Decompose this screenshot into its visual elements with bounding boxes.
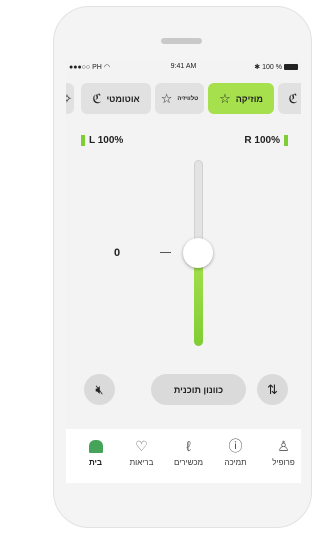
app-screen: ●●●○○ PH ◠ 9:41 AM ✱ 100 % ✧ אוטומטי ℭ ט…	[66, 59, 301, 483]
health-icon: ♡	[135, 438, 148, 454]
mute-button[interactable]: 🔇︎	[84, 374, 115, 405]
program-overflow-icon: ✧	[66, 90, 73, 106]
left-level-indicator	[81, 135, 85, 146]
tab-label: פרופיל	[272, 458, 295, 467]
program-overflow-right[interactable]: ✧	[66, 83, 74, 114]
tab-label: מכשירים	[173, 458, 204, 467]
right-level-indicator	[284, 135, 288, 146]
star-icon: ☆	[219, 90, 231, 106]
program-automatic[interactable]: אוטומטי ℭ	[81, 83, 151, 114]
program-selector: ✧ אוטומטי ℭ טלוויזיה ☆ מוזיקה ☆ ℭ	[66, 83, 301, 115]
tab-label: בריאות	[129, 458, 154, 467]
home-icon	[72, 437, 119, 455]
tab-profile[interactable]: ♙ פרופיל	[260, 437, 301, 467]
tab-devices[interactable]: ℓ מכשירים	[165, 437, 212, 467]
right-level-label: R 100%	[244, 135, 280, 146]
program-label: טלוויזיה	[177, 95, 199, 102]
left-level-label: L 100%	[89, 135, 124, 146]
phone-frame: ●●●○○ PH ◠ 9:41 AM ✱ 100 % ✧ אוטומטי ℭ ט…	[53, 6, 312, 528]
devices-icon: ℓ	[186, 438, 191, 454]
mute-icon: 🔇︎	[95, 381, 104, 397]
volume-slider-handle[interactable]	[183, 238, 213, 268]
battery-icon	[284, 64, 298, 70]
battery-label: 100 %	[262, 63, 282, 71]
profile-icon: ♙	[277, 438, 290, 454]
volume-value: 0	[114, 247, 121, 259]
support-icon: ⓘ	[228, 438, 243, 454]
bluetooth-icon: ✱	[254, 64, 261, 71]
status-bar: ●●●○○ PH ◠ 9:41 AM ✱ 100 %	[66, 59, 301, 75]
equalizer-button[interactable]: ⇅	[257, 374, 288, 405]
tab-label: תמיכה	[224, 458, 247, 467]
volume-marker	[160, 252, 171, 253]
program-label: מוזיקה	[235, 93, 263, 104]
fine-tune-button[interactable]: כוונון תוכנית	[151, 374, 246, 405]
tv-star-icon: ☆	[160, 90, 173, 106]
tab-bar: ♙ פרופיל ⓘ תמיכה ℓ מכשירים ♡ בריאות בית	[66, 429, 301, 483]
program-next-icon: ℭ	[288, 90, 298, 106]
phone-speaker	[161, 38, 202, 44]
tab-support[interactable]: ⓘ תמיכה	[212, 437, 259, 467]
tab-health[interactable]: ♡ בריאות	[118, 437, 165, 467]
program-tv[interactable]: טלוויזיה ☆	[155, 83, 204, 114]
program-label: אוטומטי	[106, 93, 140, 104]
program-music[interactable]: מוזיקה ☆	[208, 83, 274, 114]
ear-icon: ℭ	[92, 90, 102, 106]
right-level: R 100%	[244, 135, 288, 146]
tab-home[interactable]: בית	[72, 437, 119, 467]
status-right: ✱ 100 %	[254, 63, 298, 71]
program-next[interactable]: ℭ	[278, 83, 301, 114]
left-level: L 100%	[81, 135, 123, 146]
tab-label: בית	[88, 458, 103, 467]
equalizer-icon: ⇅	[267, 381, 278, 397]
